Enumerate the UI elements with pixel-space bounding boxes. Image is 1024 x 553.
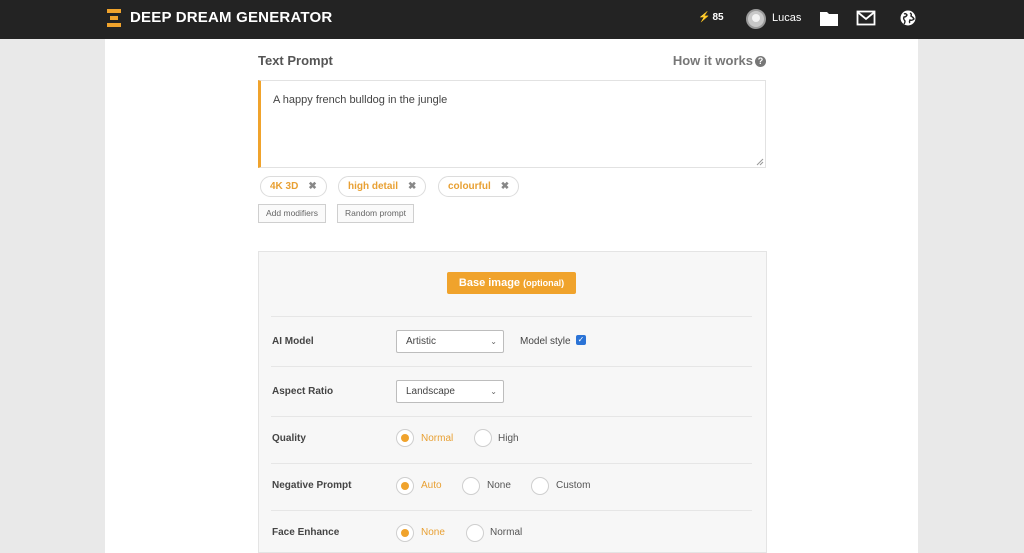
resize-handle-icon[interactable] [756,158,764,166]
top-nav-bar: DEEP DREAM GENERATOR ⚡ 85 Lucas [0,0,1024,39]
mail-icon[interactable] [856,9,876,27]
base-image-button[interactable]: Base image (optional) [447,272,576,294]
modifier-chip[interactable]: colourful ✖ [438,176,520,197]
modifier-label: 4K 3D [270,181,299,192]
modifier-chip[interactable]: high detail ✖ [338,176,427,197]
chevron-down-icon: ⌄ [490,337,497,346]
base-image-optional: (optional) [523,278,565,288]
settings-panel [258,251,767,553]
negative-custom-radio[interactable] [531,477,549,495]
remove-icon[interactable]: ✖ [308,181,316,192]
divider [271,316,752,317]
aspect-ratio-label: Aspect Ratio [272,386,334,397]
aspect-ratio-select[interactable]: Landscape ⌄ [396,380,504,403]
quality-normal-label[interactable]: Normal [421,433,453,444]
quality-label: Quality [272,433,306,444]
ai-model-label: AI Model [272,336,314,347]
face-none-label[interactable]: None [421,527,445,538]
ai-model-select[interactable]: Artistic ⌄ [396,330,504,353]
avatar[interactable] [746,9,766,29]
divider [271,510,752,511]
divider [271,463,752,464]
remove-icon[interactable]: ✖ [501,181,509,192]
logo-icon[interactable] [107,9,121,27]
negative-none-radio[interactable] [462,477,480,495]
remove-icon[interactable]: ✖ [408,181,416,192]
quality-normal-radio[interactable] [396,429,414,447]
section-title: Text Prompt [258,53,333,68]
negative-custom-label[interactable]: Custom [556,480,590,491]
modifier-label: colourful [448,181,491,192]
folder-icon[interactable] [819,9,839,27]
prompt-textarea[interactable]: A happy french bulldog in the jungle [258,80,766,168]
negative-prompt-label: Negative Prompt [272,480,352,491]
face-normal-radio[interactable] [466,524,484,542]
how-it-works-link[interactable]: How it works? [673,53,766,68]
brand-name[interactable]: DEEP DREAM GENERATOR [130,9,332,26]
bolt-icon: ⚡ [698,12,711,23]
divider [271,416,752,417]
energy-value: 85 [712,12,724,23]
quality-high-radio[interactable] [474,429,492,447]
ai-model-value: Artistic [406,336,436,347]
quality-high-label[interactable]: High [498,433,519,444]
divider [271,366,752,367]
model-style-checkbox[interactable]: ✓ [576,335,586,345]
random-prompt-button[interactable]: Random prompt [337,204,414,223]
face-normal-label[interactable]: Normal [490,527,522,538]
negative-none-label[interactable]: None [487,480,511,491]
model-style-label: Model style [520,336,571,347]
modifier-label: high detail [348,181,398,192]
add-modifiers-button[interactable]: Add modifiers [258,204,326,223]
username[interactable]: Lucas [772,12,801,24]
negative-auto-label[interactable]: Auto [421,480,442,491]
negative-auto-radio[interactable] [396,477,414,495]
modifier-chip[interactable]: 4K 3D ✖ [260,176,327,197]
chevron-down-icon: ⌄ [490,387,497,396]
globe-icon[interactable] [898,9,918,27]
how-it-works-label: How it works [672,53,753,68]
face-enhance-label: Face Enhance [272,527,340,538]
face-none-radio[interactable] [396,524,414,542]
help-icon: ? [755,56,766,67]
energy-counter[interactable]: ⚡ 85 [698,12,724,23]
base-image-label: Base image [458,277,521,289]
aspect-ratio-value: Landscape [406,386,455,397]
